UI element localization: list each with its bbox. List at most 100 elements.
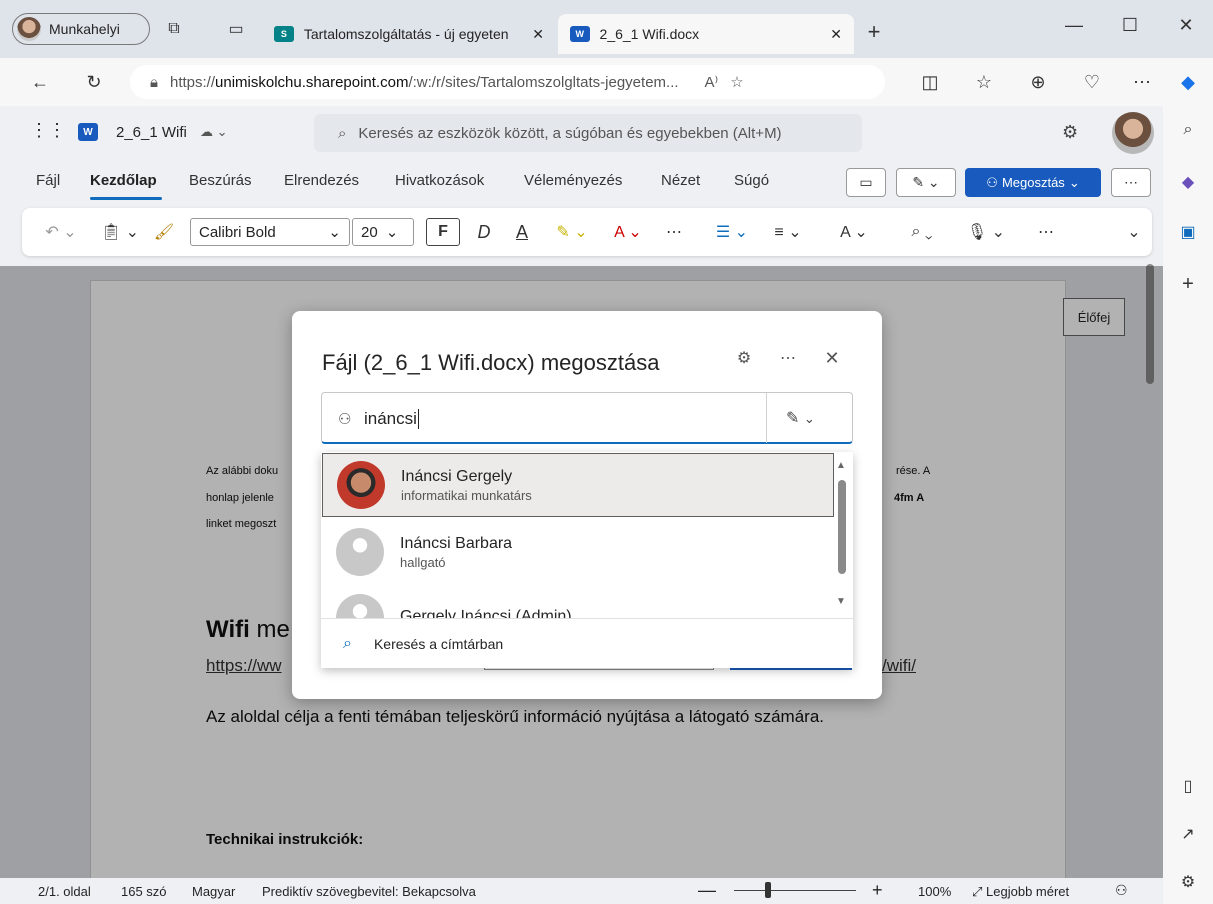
sidebar-toggle-icon[interactable]: ▯ xyxy=(1176,774,1200,798)
feedback-icon[interactable]: ⚇ xyxy=(1115,882,1128,899)
tab-title: 2_6_1 Wifi.docx xyxy=(599,26,700,42)
dictate-icon[interactable]: 🎙︎ ⌄ xyxy=(962,218,1010,246)
tab-view[interactable]: Nézet xyxy=(661,172,700,189)
zoom-in-icon[interactable]: + xyxy=(872,880,883,901)
text-predictions[interactable]: Prediktív szövegbevitel: Bekapcsolva xyxy=(262,884,476,899)
language[interactable]: Magyar xyxy=(192,884,235,899)
search-icon[interactable]: ⌕ xyxy=(1176,118,1200,142)
suggestion-name: Ináncsi Gergely xyxy=(401,467,513,485)
tab-insert[interactable]: Beszúrás xyxy=(189,172,252,189)
find-icon[interactable]: ⌕ ⌄ xyxy=(898,218,946,246)
font-size-select[interactable]: 20 ⌄ xyxy=(352,218,414,246)
tab-layout[interactable]: Elrendezés xyxy=(284,172,359,189)
align-icon[interactable]: ≡ ⌄ xyxy=(764,218,812,246)
maximize-icon[interactable]: ☐ xyxy=(1112,10,1148,40)
refresh-icon[interactable]: ↻ xyxy=(78,66,110,98)
close-icon[interactable]: ✕ xyxy=(820,346,844,370)
scroll-down-icon[interactable]: ▼ xyxy=(836,596,846,607)
fit-button[interactable]: ⤢ Legjobb méret xyxy=(972,884,1069,900)
more-button[interactable]: ⋯ xyxy=(1111,168,1151,197)
suggestion-item[interactable]: Ináncsi Barbara hallgató xyxy=(322,520,834,584)
undo-icon[interactable]: ↶ ⌄ xyxy=(38,218,84,246)
more-format-icon[interactable]: ⋯ xyxy=(660,218,688,246)
close-window-icon[interactable]: ✕ xyxy=(1168,10,1204,40)
bullets-icon[interactable]: ☰ ⌄ xyxy=(708,218,756,246)
back-icon[interactable]: ← xyxy=(24,66,56,98)
app-launcher-icon[interactable]: ⋮⋮ xyxy=(30,120,66,141)
zoom-slider-thumb[interactable] xyxy=(764,882,771,898)
workspaces-icon[interactable]: ⧉ xyxy=(162,17,186,41)
more-ribbon-icon[interactable]: ⋯ xyxy=(1032,218,1060,246)
settings-icon[interactable]: ⚙ xyxy=(1062,122,1078,143)
expand-ribbon-icon[interactable]: ⌄ xyxy=(1120,218,1148,246)
url-text: https://unimiskolchu.sharepoint.com/:w:/… xyxy=(169,73,679,91)
sidebar-settings-icon[interactable]: ⚙ xyxy=(1176,870,1200,894)
underline-button[interactable]: A xyxy=(508,218,536,246)
scroll-up-icon[interactable]: ▲ xyxy=(836,460,846,471)
italic-button[interactable]: D xyxy=(470,218,498,246)
zoom-percent[interactable]: 100% xyxy=(918,884,951,899)
open-external-icon[interactable]: ↗ xyxy=(1176,822,1200,846)
tab-file[interactable]: Fájl xyxy=(36,172,60,189)
people-input-value[interactable]: ináncsi xyxy=(364,409,419,429)
search-box[interactable]: ⌕ Keresés az eszközök között, a súgóban … xyxy=(314,114,862,152)
zoom-out-icon[interactable]: — xyxy=(698,880,716,901)
read-aloud-icon[interactable]: A⁾ xyxy=(705,73,719,91)
profile-button[interactable]: Munkahelyi xyxy=(12,13,150,45)
suggestion-role: informatikai munkatárs xyxy=(401,487,532,503)
outlook-icon[interactable]: ▣ xyxy=(1176,220,1200,244)
split-screen-icon[interactable]: ◫ xyxy=(914,66,946,98)
profile-avatar xyxy=(17,17,41,41)
favorite-star-icon[interactable]: ☆ xyxy=(730,73,743,91)
format-painter-icon[interactable]: 🖌︎ xyxy=(150,218,178,246)
highlight-icon[interactable]: ✎ ⌄ xyxy=(548,218,596,246)
avatar-placeholder xyxy=(336,528,384,576)
suggestion-item-partial[interactable]: Gergely Ináncsi (Admin) xyxy=(322,588,834,618)
collections-icon[interactable]: ⊕ xyxy=(1022,66,1054,98)
pencil-icon: ✎ xyxy=(786,410,800,427)
tab-help[interactable]: Súgó xyxy=(734,172,769,189)
font-name-select[interactable]: Calibri Bold ⌄ xyxy=(190,218,350,246)
styles-icon[interactable]: A ⌄ xyxy=(830,218,878,246)
close-tab-icon[interactable]: ✕ xyxy=(532,26,544,43)
search-directory-item[interactable]: ⌕ Keresés a címtárban xyxy=(321,618,853,668)
copilot-icon[interactable]: ◆ xyxy=(1172,66,1204,98)
suggestion-item[interactable]: Ináncsi Gergely informatikai munkatárs xyxy=(322,453,834,517)
word-count[interactable]: 165 szó xyxy=(121,884,167,899)
suggestion-role: hallgató xyxy=(400,554,446,570)
chevron-down-icon: ⌄ xyxy=(385,224,399,241)
zoom-slider[interactable] xyxy=(734,890,856,891)
close-tab-icon[interactable]: ✕ xyxy=(830,26,842,43)
tab-word-doc[interactable]: W 2_6_1 Wifi.docx ✕ xyxy=(558,14,854,54)
more-options-icon[interactable]: ⋯ xyxy=(1126,66,1158,98)
shopping-icon[interactable]: ◆ xyxy=(1176,170,1200,194)
person-icon: ⚇ xyxy=(338,411,352,428)
tab-home[interactable]: Kezdőlap xyxy=(90,172,157,189)
address-bar[interactable]: 🔒︎ https://unimiskolchu.sharepoint.com/:… xyxy=(130,65,885,99)
bold-button[interactable]: F xyxy=(426,218,460,246)
share-button[interactable]: ⚇ Megosztás ⌄ xyxy=(965,168,1101,197)
search-placeholder: Keresés az eszközök között, a súgóban és… xyxy=(358,124,782,142)
new-tab-icon[interactable]: + xyxy=(862,19,886,44)
people-icon: ⚇ xyxy=(986,174,998,190)
doc-name[interactable]: 2_6_1 Wifi xyxy=(116,124,187,141)
suggestions-scrollbar[interactable] xyxy=(838,480,846,574)
font-color-icon[interactable]: A ⌄ xyxy=(604,218,652,246)
settings-icon[interactable]: ⚙ xyxy=(732,346,756,370)
paste-icon[interactable]: 📋︎ ⌄ xyxy=(96,218,144,246)
browser-essentials-icon[interactable]: ♡ xyxy=(1076,66,1108,98)
more-icon[interactable]: ⋯ xyxy=(776,346,800,370)
add-app-icon[interactable]: + xyxy=(1176,272,1200,296)
favorites-icon[interactable]: ☆ xyxy=(968,66,1000,98)
tab-references[interactable]: Hivatkozások xyxy=(395,172,484,189)
sync-status-icon[interactable]: ☁ ⌄ xyxy=(200,124,228,140)
editing-mode-button[interactable]: ✎ ⌄ xyxy=(896,168,956,197)
comments-button[interactable]: ▭ xyxy=(846,168,886,197)
tab-sharepoint[interactable]: S Tartalomszolgáltatás - új egyeten ✕ xyxy=(262,14,556,54)
vertical-tabs-icon[interactable]: ▭ xyxy=(224,17,248,41)
user-avatar[interactable] xyxy=(1112,112,1154,154)
chevron-down-icon: ⌄ xyxy=(328,224,341,241)
tab-review[interactable]: Véleményezés xyxy=(524,172,622,189)
minimize-icon[interactable]: — xyxy=(1056,10,1092,40)
permission-dropdown[interactable]: ✎ ⌄ xyxy=(786,408,815,428)
